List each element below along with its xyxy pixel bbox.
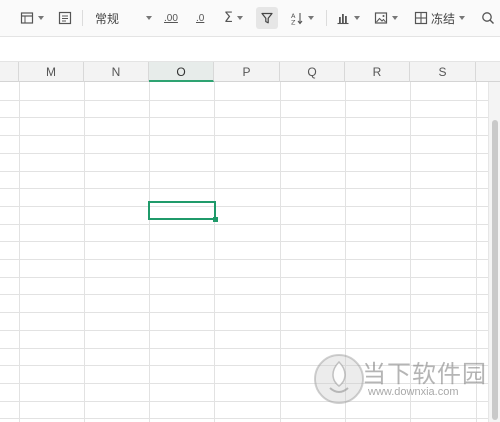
formula-bar[interactable]	[0, 36, 500, 62]
watermark: 当下软件园 www.downxia.com	[312, 350, 487, 410]
row-gridline	[0, 153, 488, 154]
watermark-url: www.downxia.com	[368, 386, 459, 398]
decrease-decimal-button[interactable]: .0	[196, 8, 204, 28]
print-area-button[interactable]	[58, 8, 72, 28]
freeze-label: 冻结	[431, 11, 456, 26]
scrollbar-thumb[interactable]	[492, 120, 498, 420]
row-gridline	[0, 117, 488, 118]
search-button[interactable]	[481, 8, 495, 28]
column-header-row: M N O P Q R S	[0, 62, 500, 82]
active-cell[interactable]	[148, 201, 216, 220]
table-format-button[interactable]	[20, 8, 44, 28]
column-header-partial[interactable]	[0, 62, 19, 82]
svg-text:Z: Z	[291, 19, 296, 26]
vertical-scrollbar[interactable]	[488, 82, 500, 422]
row-gridline	[0, 171, 488, 172]
filter-icon	[261, 12, 273, 24]
chart-icon	[337, 14, 349, 25]
insert-image-button[interactable]	[374, 8, 398, 28]
column-gridline	[149, 82, 150, 422]
row-gridline	[0, 277, 488, 278]
column-header-o[interactable]: O	[149, 62, 214, 82]
toolbar-separator	[326, 10, 327, 26]
autosum-button[interactable]: Σ	[224, 8, 243, 28]
chart-button[interactable]	[336, 8, 360, 28]
column-header-p[interactable]: P	[214, 62, 280, 82]
column-header-s[interactable]: S	[410, 62, 476, 82]
row-gridline	[0, 241, 488, 242]
increase-decimal-icon: .00	[164, 12, 178, 24]
row-gridline	[0, 188, 488, 189]
filter-button[interactable]	[256, 7, 278, 29]
chevron-down-icon	[459, 16, 466, 20]
row-gridline	[0, 418, 488, 419]
chevron-down-icon	[354, 16, 360, 20]
sort-icon: A Z	[291, 12, 303, 26]
chevron-down-icon	[38, 16, 44, 20]
chevron-down-icon	[308, 16, 314, 20]
row-gridline	[0, 100, 488, 101]
toolbar: 常规 .00 .0 Σ A Z 冻结	[0, 0, 500, 36]
column-header-q[interactable]: Q	[280, 62, 345, 82]
watermark-title: 当下软件园	[362, 360, 487, 388]
row-gridline	[0, 135, 488, 136]
column-header-n[interactable]: N	[84, 62, 149, 82]
chevron-down-icon	[236, 16, 243, 20]
row-gridline	[0, 294, 488, 295]
row-gridline	[0, 348, 488, 349]
column-gridline	[214, 82, 215, 422]
row-gridline	[0, 206, 488, 207]
increase-decimal-button[interactable]: .00	[164, 8, 178, 28]
row-gridline	[0, 312, 488, 313]
sort-button[interactable]: A Z	[290, 8, 314, 28]
watermark-logo-icon	[314, 354, 364, 404]
freeze-icon	[414, 11, 428, 25]
row-gridline	[0, 330, 488, 331]
chevron-down-icon	[392, 16, 398, 20]
column-gridline	[19, 82, 20, 422]
search-icon	[482, 12, 494, 24]
image-icon	[374, 12, 388, 24]
column-header-partial[interactable]	[476, 62, 500, 82]
table-format-icon	[20, 12, 34, 24]
freeze-panes-button[interactable]: 冻结	[414, 8, 466, 28]
number-format-value: 常规	[95, 11, 120, 26]
row-gridline	[0, 224, 488, 225]
sum-icon: Σ	[224, 10, 233, 26]
column-header-r[interactable]: R	[345, 62, 410, 82]
print-area-icon	[58, 11, 72, 25]
chevron-down-icon[interactable]	[146, 16, 152, 20]
toolbar-separator	[82, 10, 83, 26]
column-header-m[interactable]: M	[19, 62, 84, 82]
decrease-decimal-icon: .0	[196, 12, 205, 24]
fill-handle[interactable]	[213, 217, 218, 222]
column-gridline	[84, 82, 85, 422]
row-gridline	[0, 259, 488, 260]
column-gridline	[280, 82, 281, 422]
